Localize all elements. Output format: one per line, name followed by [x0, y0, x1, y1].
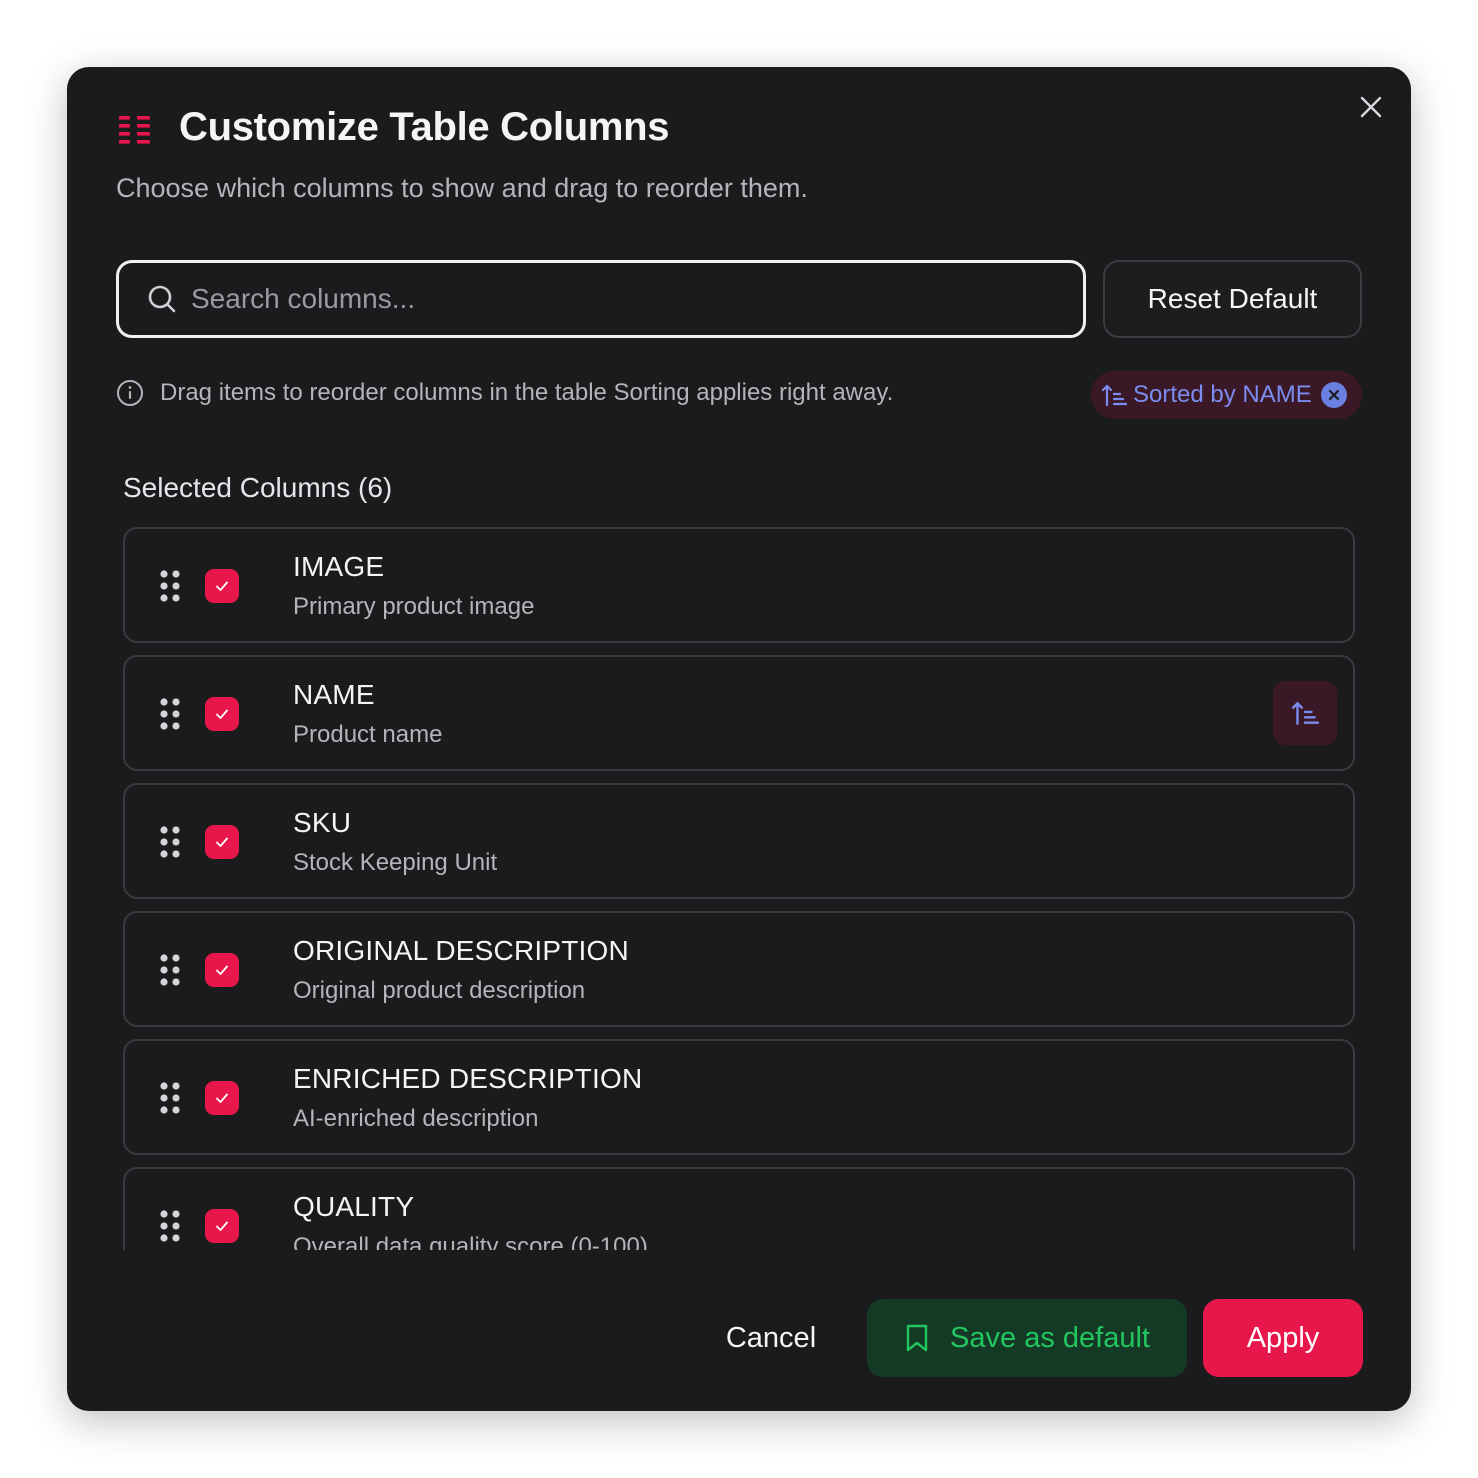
column-checkbox[interactable]	[205, 1209, 239, 1243]
column-name: ENRICHED DESCRIPTION	[293, 1063, 643, 1094]
column-name: NAME	[293, 679, 375, 710]
selected-columns-label: Selected Columns (6)	[123, 472, 393, 503]
column-list: IMAGE Primary product image NAME Product na…	[123, 527, 1355, 1250]
info-text: Drag items to reorder columns in the tab…	[160, 379, 894, 406]
column-checkbox[interactable]	[205, 953, 239, 987]
check-icon	[216, 709, 228, 719]
drag-handle-icon[interactable]	[159, 825, 181, 859]
check-icon	[216, 837, 228, 847]
column-checkbox[interactable]	[205, 825, 239, 859]
column-checkbox[interactable]	[205, 569, 239, 603]
column-description: AI-enriched description	[293, 1105, 539, 1132]
save-as-default-label: Save as default	[950, 1321, 1150, 1354]
info-icon	[117, 380, 143, 406]
drag-handle-icon[interactable]	[159, 953, 181, 987]
column-item[interactable]: SKU Stock Keeping Unit	[123, 783, 1355, 899]
search-box[interactable]	[116, 260, 1086, 338]
column-name: IMAGE	[293, 551, 385, 582]
selected-columns-list[interactable]: IMAGE Primary product image NAME Product na…	[123, 527, 1355, 1250]
sort-ascending-icon	[1291, 701, 1319, 725]
reset-default-button[interactable]: Reset Default	[1103, 260, 1362, 338]
column-name: QUALITY	[293, 1191, 415, 1222]
column-name: ORIGINAL DESCRIPTION	[293, 935, 629, 966]
sort-ascending-icon	[1101, 384, 1127, 407]
search-input[interactable]	[191, 269, 1083, 329]
info-row: Drag items to reorder columns in the tab…	[116, 379, 893, 407]
column-description: Product name	[293, 721, 443, 748]
sort-badge-label: Sorted by NAME	[1133, 381, 1312, 408]
check-icon	[216, 581, 228, 591]
column-description: Stock Keeping Unit	[293, 849, 498, 876]
search-icon	[148, 285, 176, 313]
clear-sort-button[interactable]	[1320, 382, 1347, 408]
column-item[interactable]: IMAGE Primary product image	[123, 527, 1355, 643]
save-as-default-button[interactable]: Save as default	[867, 1299, 1187, 1377]
column-item[interactable]: NAME Product name	[123, 655, 1355, 771]
bookmark-icon	[906, 1324, 928, 1352]
check-icon	[216, 1093, 228, 1103]
apply-button[interactable]: Apply	[1203, 1299, 1363, 1377]
column-description: Primary product image	[293, 593, 535, 620]
column-item[interactable]: QUALITY Overall data quality score (0-100…	[123, 1167, 1355, 1250]
close-icon	[1360, 96, 1382, 118]
check-icon	[216, 1221, 228, 1231]
check-icon	[216, 965, 228, 975]
list-columns-icon	[119, 116, 150, 144]
close-icon	[1328, 389, 1339, 401]
dialog-subtitle: Choose which columns to show and drag to…	[116, 173, 808, 203]
column-description: Overall data quality score (0-100)	[293, 1233, 648, 1250]
dialog-title: Customize Table Columns	[179, 105, 670, 149]
column-item[interactable]: ORIGINAL DESCRIPTION Original product des…	[123, 911, 1355, 1027]
sort-badge[interactable]: Sorted by NAME	[1091, 371, 1362, 419]
cancel-button[interactable]: Cancel	[697, 1299, 845, 1377]
drag-handle-icon[interactable]	[159, 1209, 181, 1243]
column-sort-button[interactable]	[1273, 681, 1337, 745]
drag-handle-icon[interactable]	[159, 569, 181, 603]
column-name: SKU	[293, 807, 352, 838]
column-item[interactable]: ENRICHED DESCRIPTION AI-enriched descript…	[123, 1039, 1355, 1155]
close-button[interactable]	[1355, 91, 1387, 123]
drag-handle-icon[interactable]	[159, 1081, 181, 1115]
drag-handle-icon[interactable]	[159, 697, 181, 731]
column-description: Original product description	[293, 977, 586, 1004]
column-checkbox[interactable]	[205, 1081, 239, 1115]
column-checkbox[interactable]	[205, 697, 239, 731]
customize-columns-dialog: Customize Table Columns Choose which col…	[67, 67, 1411, 1411]
